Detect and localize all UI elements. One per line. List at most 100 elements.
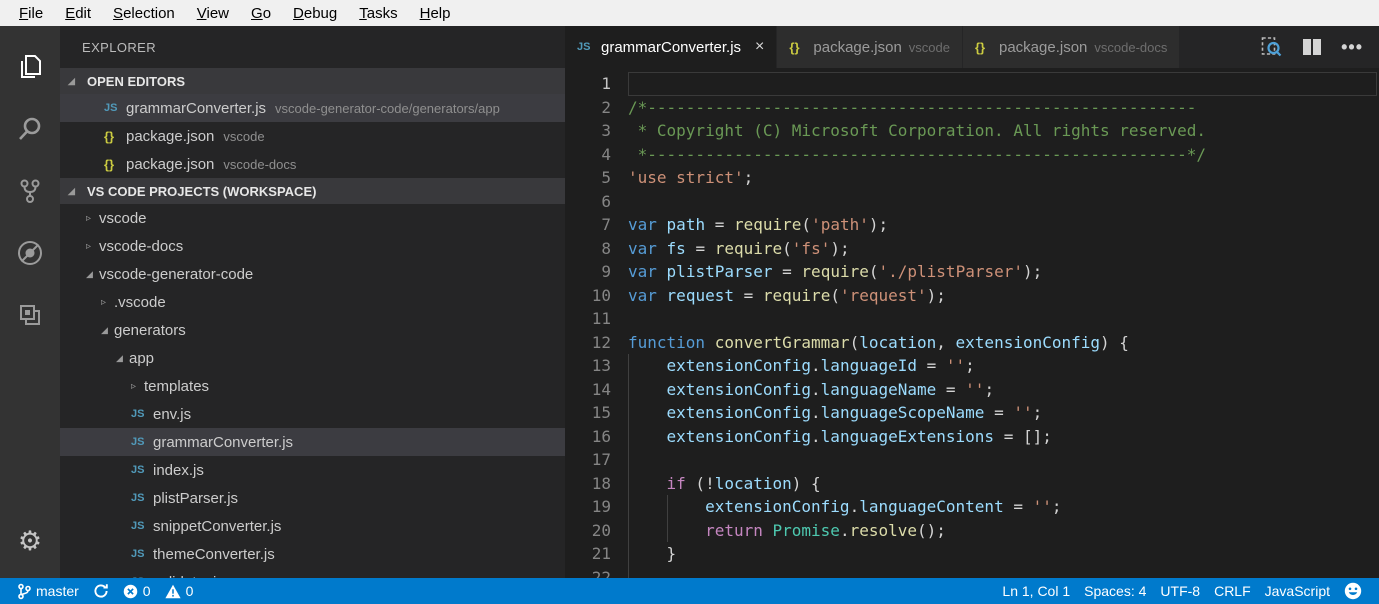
token: *---------------------------------------… — [628, 145, 1206, 164]
item-name: generators — [114, 322, 186, 339]
open-editors-header[interactable]: ◢ OPEN EDITORS — [60, 68, 565, 94]
close-tab-icon[interactable]: × — [755, 39, 764, 55]
token: = — [936, 380, 965, 399]
status-label: CRLF — [1214, 583, 1251, 599]
token: extensionConfig — [956, 333, 1101, 352]
indent-guide — [628, 566, 629, 579]
token — [657, 286, 667, 305]
menu-item-debug[interactable]: Debug — [282, 3, 348, 24]
status-label: 0 — [143, 583, 151, 599]
file-plistParser.js[interactable]: JSplistParser.js — [60, 484, 565, 512]
status-label: Spaces: 4 — [1084, 583, 1146, 599]
open-editor-item[interactable]: JSgrammarConverter.jsvscode-generator-co… — [60, 94, 565, 122]
code-content — [628, 190, 1379, 214]
folder-templates[interactable]: ▹templates — [60, 372, 565, 400]
source-control-icon[interactable] — [0, 160, 60, 222]
workspace-header[interactable]: ◢ VS CODE PROJECTS (WORKSPACE) — [60, 178, 565, 204]
errors-status[interactable]: 0 — [116, 578, 158, 604]
sync-status[interactable] — [86, 578, 116, 604]
explorer-icon[interactable] — [0, 36, 60, 98]
code-editor[interactable]: 12/*------------------------------------… — [565, 68, 1379, 578]
token: ); — [830, 239, 849, 258]
file-index.js[interactable]: JSindex.js — [60, 456, 565, 484]
menu-item-selection[interactable]: Selection — [102, 3, 186, 24]
indent-guide — [628, 401, 629, 425]
language-mode-status[interactable]: JavaScript — [1258, 578, 1337, 604]
warnings-status[interactable]: 0 — [158, 578, 201, 604]
token — [705, 333, 715, 352]
code-content: extensionConfig.languageId = ''; — [628, 354, 1379, 378]
file-snippetConverter.js[interactable]: JSsnippetConverter.js — [60, 512, 565, 540]
token: var — [628, 215, 657, 234]
token: var — [628, 239, 657, 258]
token: var — [628, 286, 657, 305]
tab-label: grammarConverter.js — [601, 39, 741, 56]
menu-item-edit[interactable]: Edit — [54, 3, 102, 24]
token — [657, 239, 667, 258]
code-content — [628, 566, 1379, 579]
search-icon[interactable] — [0, 98, 60, 160]
line-number: 1 — [565, 72, 611, 96]
menu-item-tasks[interactable]: Tasks — [348, 3, 408, 24]
token: '' — [965, 380, 984, 399]
explorer-sidebar: EXPLORER ◢ OPEN EDITORS JSgrammarConvert… — [60, 26, 565, 578]
indentation-status[interactable]: Spaces: 4 — [1077, 578, 1153, 604]
token: . — [850, 497, 860, 516]
tab-grammarConverter.js[interactable]: JSgrammarConverter.js× — [565, 26, 777, 68]
settings-icon[interactable]: ⚙ — [0, 510, 60, 572]
token: extensionConfig — [667, 380, 812, 399]
code-line: 19 extensionConfig.languageContent = ''; — [565, 495, 1379, 519]
code-line: 17 — [565, 448, 1379, 472]
split-editor-icon[interactable] — [1301, 37, 1323, 57]
token: require — [734, 215, 801, 234]
folder-app[interactable]: ◢app — [60, 344, 565, 372]
item-name: index.js — [153, 462, 204, 479]
menu-item-view[interactable]: View — [186, 3, 240, 24]
line-number: 14 — [565, 378, 611, 402]
folder-vscode-generator-code[interactable]: ◢vscode-generator-code — [60, 260, 565, 288]
token: /*--------------------------------------… — [628, 98, 1196, 117]
token: 'use strict' — [628, 168, 744, 187]
open-preview-icon[interactable] — [1259, 35, 1283, 59]
menu-item-help[interactable]: Help — [409, 3, 462, 24]
file-grammarConverter.js[interactable]: JSgrammarConverter.js — [60, 428, 565, 456]
tab-package.json-vscode-docs[interactable]: {}package.jsonvscode-docs — [963, 26, 1180, 68]
main-area: ⚙ EXPLORER ◢ OPEN EDITORS JSgrammarConve… — [0, 26, 1379, 578]
token: languageContent — [859, 497, 1004, 516]
file-validator.js[interactable]: JSvalidator.js — [60, 568, 565, 578]
item-name: vscode — [99, 210, 147, 227]
line-number: 18 — [565, 472, 611, 496]
menu-item-file[interactable]: File — [8, 3, 54, 24]
feedback-status[interactable] — [1337, 578, 1369, 604]
token: languageName — [821, 380, 937, 399]
sidebar-title: EXPLORER — [60, 26, 565, 68]
token: , — [936, 333, 955, 352]
folder-vscode[interactable]: ▹vscode — [60, 204, 565, 232]
code-content: var fs = require('fs'); — [628, 237, 1379, 261]
code-content: extensionConfig.languageName = ''; — [628, 378, 1379, 402]
js-file-icon: JS — [131, 520, 153, 532]
menu-item-go[interactable]: Go — [240, 3, 282, 24]
chevron-collapsed-icon: ▹ — [101, 297, 114, 308]
line-number: 17 — [565, 448, 611, 472]
git-branch-status[interactable]: master — [10, 578, 86, 604]
open-editor-item[interactable]: {}package.jsonvscode-docs — [60, 150, 565, 178]
cursor-position-status[interactable]: Ln 1, Col 1 — [995, 578, 1077, 604]
token: = — [1004, 497, 1033, 516]
file-env.js[interactable]: JSenv.js — [60, 400, 565, 428]
js-file-icon: JS — [131, 408, 153, 420]
folder-generators[interactable]: ◢generators — [60, 316, 565, 344]
open-editor-item[interactable]: {}package.jsonvscode — [60, 122, 565, 150]
extensions-icon[interactable] — [0, 284, 60, 346]
token: ; — [744, 168, 754, 187]
line-number: 19 — [565, 495, 611, 519]
more-actions-icon[interactable]: ••• — [1341, 37, 1363, 58]
file-themeConverter.js[interactable]: JSthemeConverter.js — [60, 540, 565, 568]
tab-package.json-vscode[interactable]: {}package.jsonvscode — [777, 26, 963, 68]
smiley-icon — [1344, 582, 1362, 600]
debug-icon[interactable] — [0, 222, 60, 284]
folder-.vscode[interactable]: ▹.vscode — [60, 288, 565, 316]
encoding-status[interactable]: UTF-8 — [1153, 578, 1207, 604]
eol-status[interactable]: CRLF — [1207, 578, 1258, 604]
folder-vscode-docs[interactable]: ▹vscode-docs — [60, 232, 565, 260]
